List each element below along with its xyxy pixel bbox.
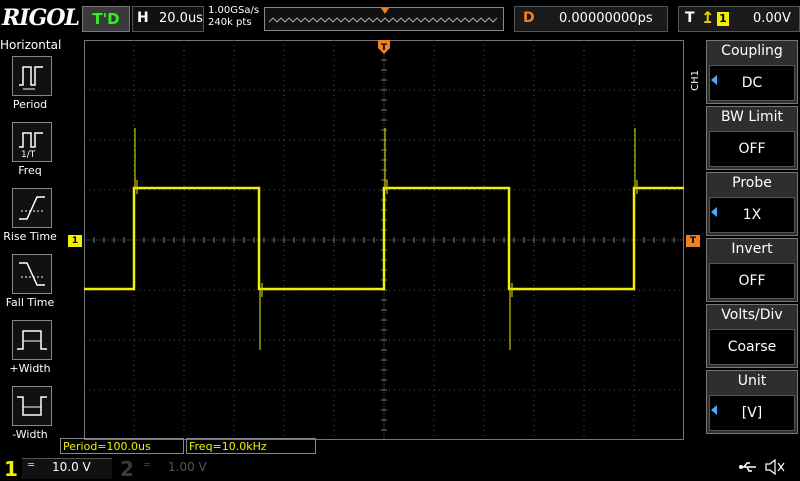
usb-icon bbox=[738, 458, 758, 480]
coupling-title: Coupling bbox=[721, 43, 783, 59]
period-icon bbox=[19, 66, 43, 90]
freq-measurement[interactable]: Freq=10.0kHz bbox=[186, 438, 316, 454]
invert-softkey[interactable]: Invert OFF bbox=[706, 238, 798, 302]
positive-width-label: +Width bbox=[9, 362, 51, 375]
delay-box[interactable]: D 0.00000000ps bbox=[514, 6, 668, 32]
coupling-arrow-icon bbox=[711, 75, 717, 85]
negative-width-icon bbox=[17, 396, 47, 416]
volts-div-value: Coarse bbox=[709, 329, 795, 365]
unit-arrow-icon bbox=[711, 405, 717, 415]
trigger-position-marker[interactable]: T bbox=[378, 40, 390, 54]
ch2-coupling-icon: ═ bbox=[144, 460, 151, 471]
coupling-softkey[interactable]: Coupling DC bbox=[706, 40, 798, 104]
rise-time-button[interactable] bbox=[12, 188, 52, 228]
ch1-number[interactable]: 1 bbox=[4, 457, 18, 481]
timebase-value: 20.0us bbox=[159, 11, 203, 26]
probe-value: 1X bbox=[709, 197, 795, 233]
bw-limit-title: BW Limit bbox=[720, 109, 784, 125]
delay-label: D bbox=[523, 10, 535, 26]
trigger-source-badge: 1 bbox=[717, 12, 729, 26]
trigger-box[interactable]: T ↥ 1 0.00V bbox=[678, 6, 800, 32]
dc-coupling-icon: ═ bbox=[28, 460, 35, 471]
svg-text:T: T bbox=[381, 43, 388, 53]
positive-width-icon bbox=[17, 330, 47, 350]
volts-div-softkey[interactable]: Volts/Div Coarse bbox=[706, 304, 798, 368]
period-label: Period bbox=[12, 98, 48, 111]
period-measurement[interactable]: Period=100.0us bbox=[60, 438, 184, 454]
ch2-number[interactable]: 2 bbox=[120, 457, 134, 481]
invert-title: Invert bbox=[731, 241, 773, 257]
probe-arrow-icon bbox=[711, 207, 717, 217]
probe-title: Probe bbox=[732, 175, 772, 191]
memory-overview-graphic bbox=[268, 8, 498, 23]
trigger-level: 0.00V bbox=[753, 11, 791, 26]
speaker-muted-icon[interactable] bbox=[764, 458, 786, 480]
ch1-scale: 10.0 V bbox=[52, 460, 91, 474]
bw-limit-softkey[interactable]: BW Limit OFF bbox=[706, 106, 798, 170]
volts-div-title: Volts/Div bbox=[721, 307, 783, 323]
timebase-label: H bbox=[137, 10, 149, 26]
delay-value: 0.00000000ps bbox=[559, 11, 653, 26]
freq-label: Freq bbox=[18, 164, 42, 177]
memory-waveform-overview bbox=[264, 7, 504, 31]
ch2-scale: 1.00 V bbox=[168, 460, 207, 474]
timebase-box[interactable]: H 20.0us bbox=[132, 6, 204, 32]
positive-width-button[interactable] bbox=[12, 320, 52, 360]
menu-title: Horizontal bbox=[0, 38, 62, 52]
horizontal-measure-menu: Horizontal Period 1/T Freq Rise Time Fal… bbox=[0, 36, 62, 456]
memory-trigger-marker bbox=[381, 8, 389, 14]
run-status-badge[interactable]: T'D bbox=[82, 6, 130, 32]
ch1-offset-marker[interactable]: 1 bbox=[68, 235, 82, 247]
sample-rate: 1.00GSa/s bbox=[208, 5, 260, 16]
rising-edge-icon: ↥ bbox=[701, 8, 715, 27]
fall-time-button[interactable] bbox=[12, 254, 52, 294]
top-status-bar: RIGOL T'D H 20.0us 1.00GSa/s 240k pts D … bbox=[0, 0, 800, 36]
negative-width-label: -Width bbox=[12, 428, 48, 441]
trigger-level-marker[interactable]: T bbox=[686, 235, 700, 247]
unit-softkey[interactable]: Unit [V] bbox=[706, 370, 798, 434]
trigger-label: T bbox=[685, 10, 695, 26]
freq-button[interactable]: 1/T bbox=[12, 122, 52, 162]
rigol-logo: RIGOL bbox=[2, 5, 80, 31]
unit-value: [V] bbox=[709, 395, 795, 431]
negative-width-button[interactable] bbox=[12, 386, 52, 426]
bw-limit-value: OFF bbox=[709, 131, 795, 167]
coupling-value: DC bbox=[709, 65, 795, 101]
svg-text:1/T: 1/T bbox=[21, 150, 36, 160]
rise-time-label: Rise Time bbox=[3, 230, 57, 243]
probe-softkey[interactable]: Probe 1X bbox=[706, 172, 798, 236]
memory-depth: 240k pts bbox=[208, 17, 252, 28]
waveform-display[interactable]: T bbox=[84, 40, 684, 440]
invert-value: OFF bbox=[709, 263, 795, 299]
rise-time-icon bbox=[19, 196, 45, 220]
ch1-edge-ringing bbox=[134, 128, 638, 350]
period-button[interactable] bbox=[12, 56, 52, 96]
freq-icon: 1/T bbox=[19, 132, 43, 160]
fall-time-label: Fall Time bbox=[5, 296, 55, 309]
fall-time-icon bbox=[19, 262, 45, 286]
channel-tab-label: CH1 bbox=[690, 70, 701, 91]
unit-title: Unit bbox=[737, 373, 767, 389]
